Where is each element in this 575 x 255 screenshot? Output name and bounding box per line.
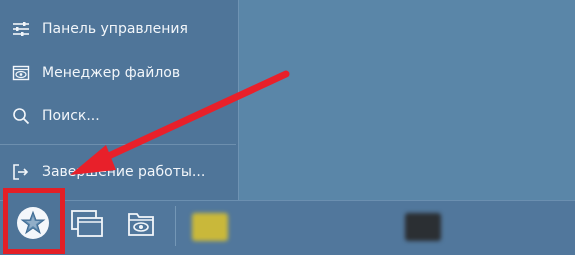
- app-icon: [192, 213, 228, 241]
- menu-separator: [0, 144, 236, 145]
- sliders-icon: [10, 20, 32, 38]
- menu-item-search[interactable]: Поиск...: [0, 101, 236, 131]
- file-manager-icon: [10, 64, 32, 82]
- taskbar-file-manager-button[interactable]: [121, 207, 161, 245]
- menu-item-label: Менеджер файлов: [42, 65, 181, 81]
- menu-item-control-panel[interactable]: Панель управления: [0, 14, 236, 44]
- file-manager-icon: [126, 209, 156, 243]
- menu-item-label: Завершение работы...: [42, 164, 206, 180]
- app-icon: [405, 213, 441, 241]
- menu-item-label: Панель управления: [42, 21, 188, 37]
- windows-switcher-icon: [70, 209, 104, 243]
- star-menu-icon: [17, 207, 49, 239]
- menu-item-file-manager[interactable]: Менеджер файлов: [0, 58, 236, 88]
- logout-icon: [10, 163, 32, 181]
- start-menu: Панель управления Менеджер файлов Поиск.…: [0, 0, 239, 200]
- taskbar-task-1[interactable]: [192, 210, 372, 244]
- menu-item-label: Поиск...: [42, 108, 100, 124]
- search-icon: [10, 107, 32, 125]
- menu-item-shutdown[interactable]: Завершение работы...: [0, 157, 236, 187]
- taskbar-divider: [175, 206, 176, 246]
- start-button[interactable]: [3, 188, 65, 254]
- windows-switcher-button[interactable]: [67, 207, 107, 245]
- taskbar-task-2[interactable]: [405, 210, 575, 244]
